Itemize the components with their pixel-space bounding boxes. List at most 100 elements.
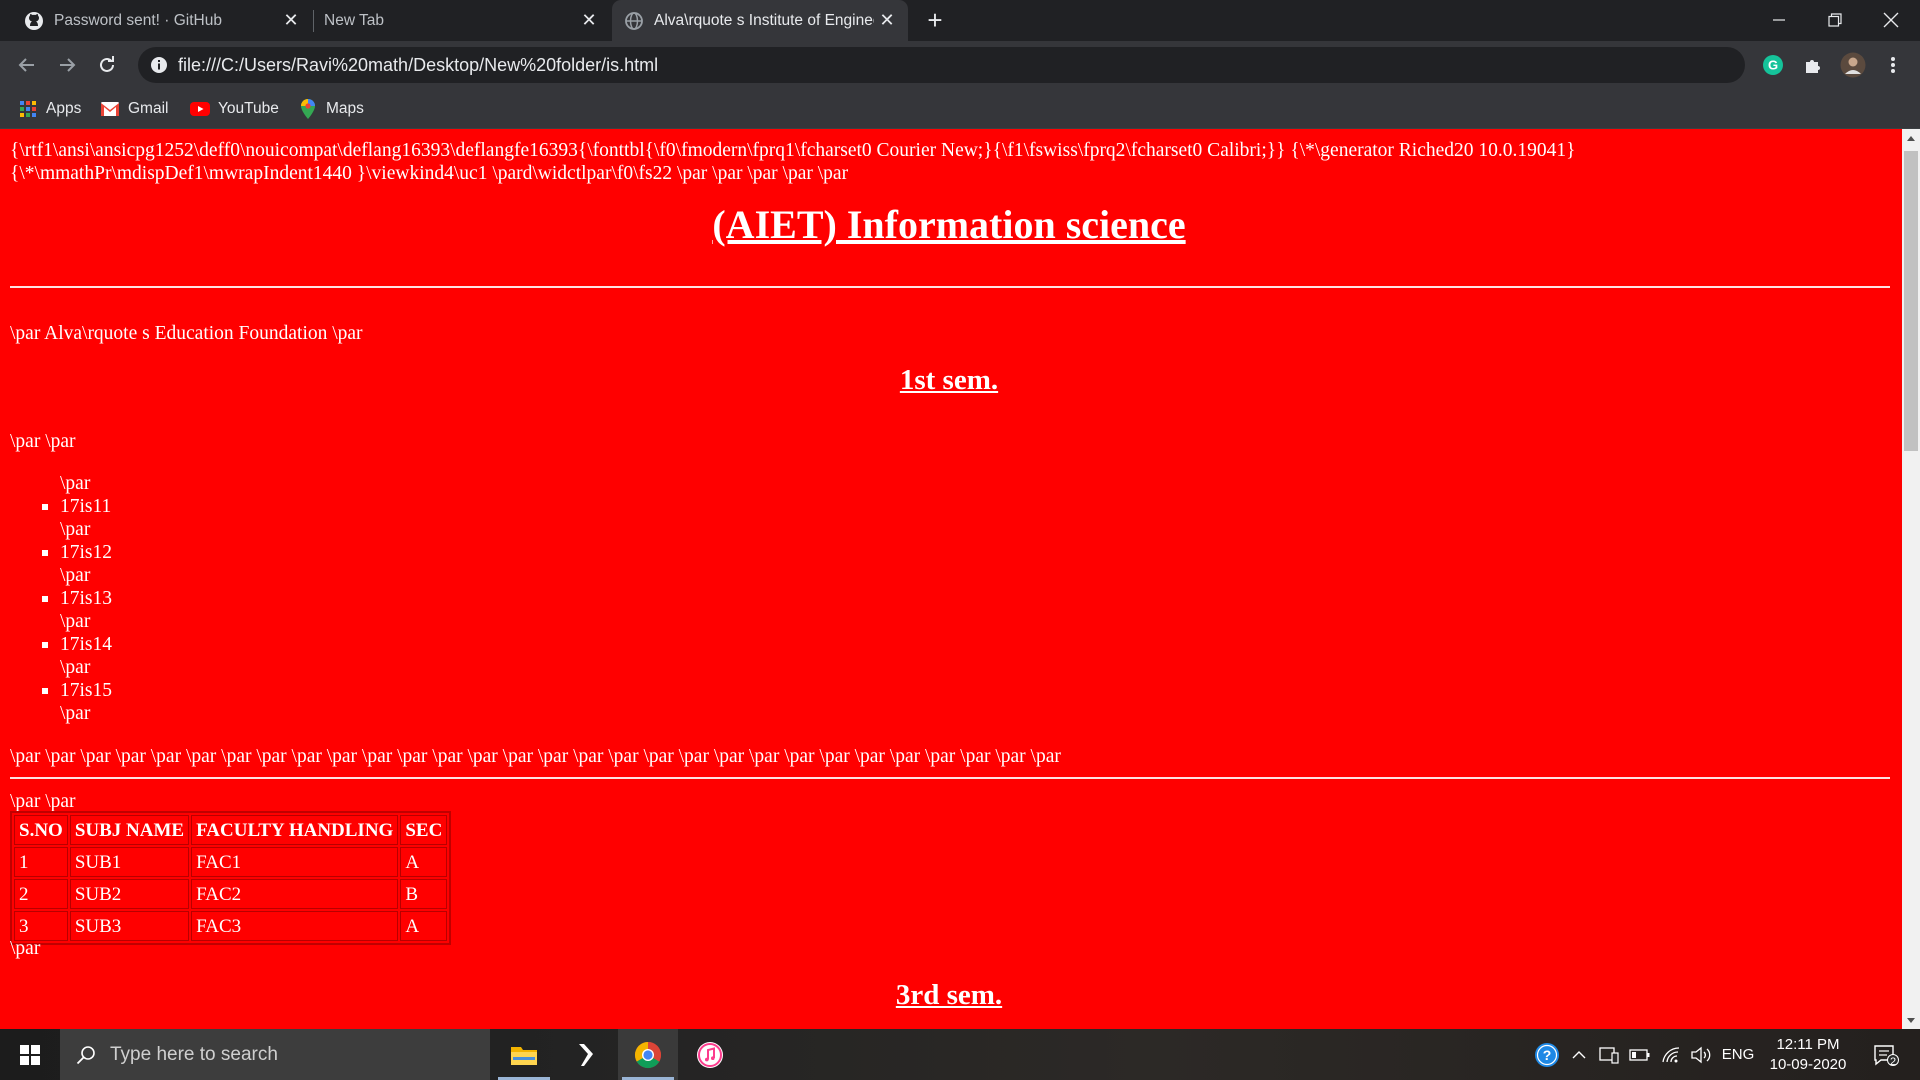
windows-logo-icon (20, 1044, 40, 1065)
par-text: \par (60, 611, 91, 632)
par-text: \par (60, 565, 91, 586)
tab-strip: Password sent! · GitHub ✕ New Tab ✕ Alva… (0, 0, 1920, 41)
start-button[interactable] (0, 1029, 60, 1080)
tab-title: Alva\rquote s Institute of Enginee (654, 11, 874, 29)
taskbar-clock[interactable]: 12:11 PM 10-09-2020 (1758, 1035, 1858, 1075)
search-placeholder: Type here to search (110, 1043, 278, 1065)
reload-button[interactable] (91, 49, 123, 81)
bookmark-label: Gmail (128, 99, 169, 117)
sem1-subject-list: \par 17is11 \par 17is12 \par 17is13 \par… (41, 472, 113, 725)
table-cell: A (400, 911, 448, 941)
visual-studio-icon[interactable] (556, 1029, 616, 1080)
notification-count-badge: 2 (1890, 1056, 1897, 1068)
table-row: 1 SUB1 FAC1 A (14, 847, 448, 877)
back-button[interactable] (11, 49, 43, 81)
extensions-puzzle-icon[interactable] (1797, 49, 1829, 81)
rtf-line: {\*\mmathPr\mdispDef1\mwrapIndent1440 }\… (10, 163, 849, 184)
site-info-icon[interactable] (150, 56, 168, 74)
subject-table: S.NO SUBJ NAME FACULTY HANDLING SEC 1 SU… (10, 811, 452, 945)
table-cell: FAC1 (191, 847, 399, 877)
grammarly-icon[interactable]: G (1757, 49, 1789, 81)
table-cell: FAC2 (191, 879, 399, 909)
bookmark-gmail[interactable]: Gmail (100, 89, 168, 128)
close-icon[interactable]: ✕ (878, 10, 896, 30)
sem1-heading: 1st sem. (899, 364, 999, 396)
chevron-up-icon[interactable] (1568, 1029, 1590, 1080)
new-tab-button[interactable]: + (921, 6, 949, 34)
help-icon[interactable]: ? (1532, 1029, 1562, 1080)
rtf-header: {\rtf1\ansi\ansicpg1252\deff0\nouicompat… (10, 139, 1890, 185)
par-text: \par (60, 519, 91, 540)
divider (10, 286, 1890, 288)
tab-title: Password sent! · GitHub (54, 11, 222, 29)
clock-date: 10-09-2020 (1769, 1056, 1847, 1073)
language-indicator[interactable]: ENG (1718, 1029, 1758, 1080)
table-row: 2 SUB2 FAC2 B (14, 879, 448, 909)
table-cell: SUB3 (69, 911, 190, 941)
globe-icon (624, 11, 644, 31)
address-bar[interactable]: file:///C:/Users/Ravi%20math/Desktop/New… (138, 47, 1745, 83)
bookmark-label: Maps (326, 99, 364, 117)
par-text: \par (60, 473, 91, 494)
itunes-icon[interactable] (680, 1029, 740, 1080)
tab-active-page[interactable]: Alva\rquote s Institute of Enginee ✕ (612, 0, 908, 41)
table-cell: FAC3 (191, 911, 399, 941)
tab-github[interactable]: Password sent! · GitHub ✕ (12, 0, 308, 41)
foundation-line: \par Alva\rquote s Education Foundation … (10, 323, 363, 344)
table-cell: 1 (14, 847, 68, 877)
vertical-scrollbar[interactable] (1902, 129, 1920, 1029)
par-text: \par (60, 657, 91, 678)
column-header: SEC (400, 815, 448, 845)
browser-toolbar: file:///C:/Users/Ravi%20math/Desktop/New… (0, 41, 1920, 89)
column-header: S.NO (14, 815, 68, 845)
page-title: (AIET) Information science (712, 202, 1186, 247)
battery-icon[interactable] (1627, 1029, 1653, 1080)
par-text: \par (60, 703, 91, 724)
par-text: \par (10, 938, 41, 959)
arrow-right-icon (60, 58, 76, 72)
minimize-button[interactable] (1751, 0, 1807, 40)
bookmark-youtube[interactable]: YouTube (190, 89, 279, 128)
tab-new-tab[interactable]: New Tab ✕ (314, 0, 610, 41)
taskbar-search-box[interactable]: Type here to search (60, 1029, 490, 1080)
bookmark-label: YouTube (218, 99, 279, 117)
table-cell: A (400, 847, 448, 877)
apps-grid-icon (18, 99, 38, 119)
url-text: file:///C:/Users/Ravi%20math/Desktop/New… (178, 55, 659, 75)
list-item: 17is11 (41, 496, 112, 517)
bookmark-label: Apps (46, 99, 82, 117)
chrome-icon[interactable] (618, 1029, 678, 1080)
file-explorer-icon[interactable] (494, 1029, 554, 1080)
notification-center-button[interactable]: 2 (1866, 1029, 1906, 1080)
bookmark-maps[interactable]: Maps (298, 89, 364, 128)
search-icon (76, 1045, 96, 1065)
scroll-down-arrow-icon[interactable] (1902, 1012, 1920, 1029)
column-header: FACULTY HANDLING (191, 815, 399, 845)
github-icon (24, 11, 44, 31)
close-icon[interactable]: ✕ (580, 10, 598, 30)
column-header: SUBJ NAME (69, 815, 190, 845)
table-cell: 2 (14, 879, 68, 909)
scroll-thumb[interactable] (1904, 151, 1918, 451)
par-text: \par \par (10, 431, 76, 452)
kebab-menu-icon[interactable] (1877, 49, 1909, 81)
scroll-up-arrow-icon[interactable] (1902, 129, 1920, 146)
device-icon[interactable] (1596, 1029, 1622, 1080)
bookmark-apps[interactable]: Apps (18, 89, 81, 128)
list-item: 17is13 (41, 588, 113, 609)
youtube-icon (190, 99, 210, 119)
table-cell: SUB2 (69, 879, 190, 909)
forward-button[interactable] (51, 49, 83, 81)
arrow-left-icon (18, 58, 34, 72)
profile-avatar[interactable] (1837, 49, 1869, 81)
par-run: \par \par \par \par \par \par \par \par … (10, 746, 1061, 767)
table-cell: B (400, 879, 448, 909)
list-item: 17is15 (41, 680, 113, 701)
wifi-icon[interactable] (1658, 1029, 1684, 1080)
window-close-button[interactable] (1863, 0, 1919, 40)
volume-icon[interactable] (1688, 1029, 1714, 1080)
restore-button[interactable] (1807, 0, 1863, 40)
table-row: 3 SUB3 FAC3 A (14, 911, 448, 941)
close-icon[interactable]: ✕ (282, 10, 300, 30)
maps-icon (298, 98, 318, 119)
